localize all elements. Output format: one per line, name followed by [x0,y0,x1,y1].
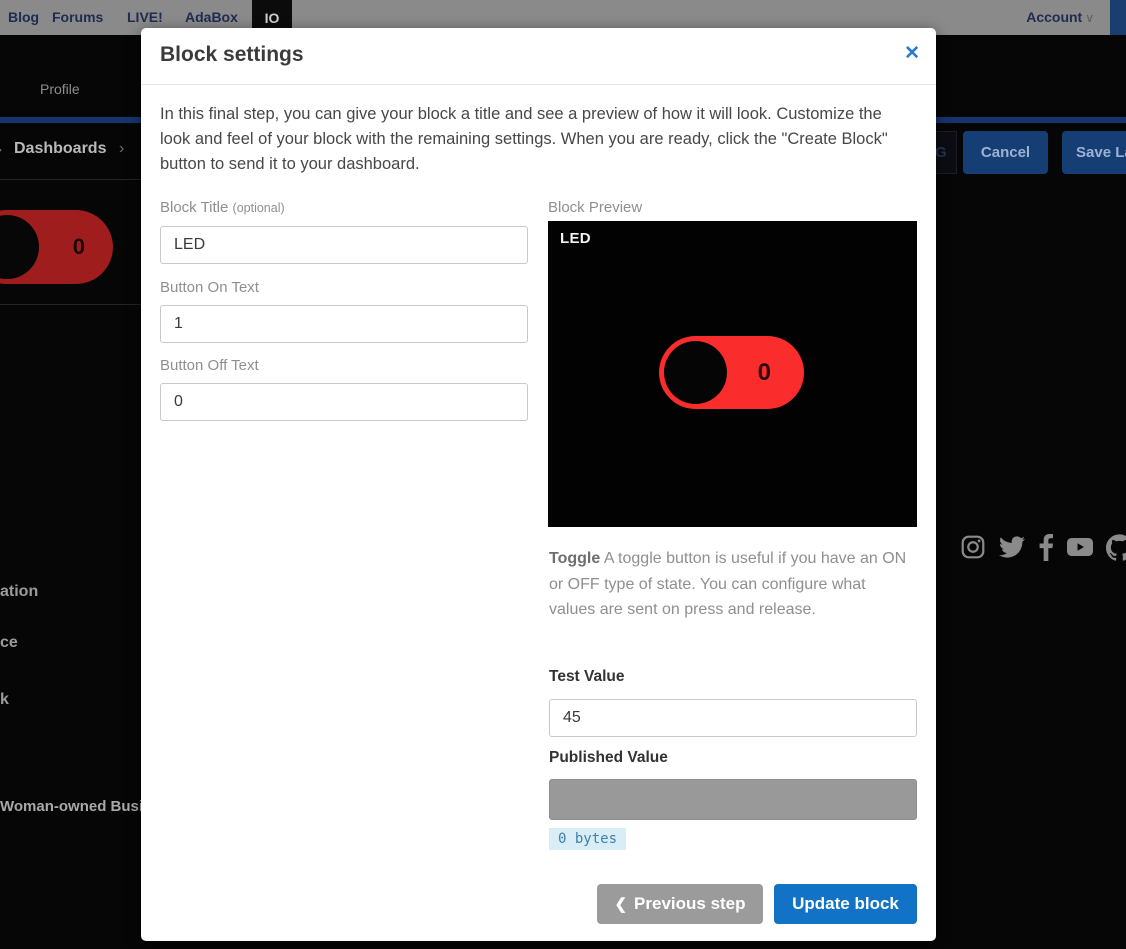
footer-badge-fragment: Woman-owned Busi [0,798,143,815]
label-text: Block Title [160,199,228,216]
nav-link-live[interactable]: LIVE! [127,9,163,25]
nav-link-forums[interactable]: Forums [52,9,103,25]
block-type-text: A toggle button is useful if you have an… [549,550,906,618]
block-type-description: Toggle A toggle button is useful if you … [549,546,912,623]
button-off-label: Button Off Text [160,357,259,374]
toggle-value: 0 [758,336,771,409]
button-off-input[interactable] [160,383,528,421]
account-menu[interactable]: Account∨ [1026,9,1094,25]
nav-link-blog[interactable]: Blog [8,9,39,25]
footer-link-fragment[interactable]: ce [0,634,18,652]
account-label: Account [1026,9,1082,25]
published-value-input [549,779,917,820]
toggle-knob [0,215,39,279]
cart-button[interactable] [1110,0,1126,35]
nav-link-adabox[interactable]: AdaBox [185,9,238,25]
button-on-input[interactable] [160,305,528,343]
label-optional: (optional) [233,201,285,215]
youtube-icon[interactable] [1066,536,1094,558]
button-on-label: Button On Text [160,279,259,296]
block-type-name: Toggle [549,550,600,567]
block-settings-modal: Block settings ✕ In this final step, you… [141,28,936,941]
github-icon[interactable] [1106,534,1126,561]
divider [0,179,141,180]
footer-link-fragment[interactable]: k [0,691,9,709]
published-value-label: Published Value [549,749,668,767]
preview-block-title: LED [560,230,591,247]
screen: Blog Forums LIVE! AdaBox IO Account∨ Pro… [0,0,1126,949]
tab-profile[interactable]: Profile [40,81,80,97]
bytes-count-badge: 0 bytes [549,828,626,850]
twitter-icon[interactable] [998,534,1026,560]
update-block-button[interactable]: Update block [774,884,917,924]
block-title-input[interactable] [160,226,528,264]
save-layout-button[interactable]: Save La [1062,131,1126,174]
chevron-right-icon: › [119,140,124,158]
chevron-down-icon: ∨ [1085,11,1094,25]
modal-intro-text: In this final step, you can give your bl… [160,102,916,177]
dashboard-toggle-block[interactable]: 0 [0,210,113,284]
modal-title: Block settings [160,43,304,67]
divider [0,304,141,305]
test-value-input[interactable] [549,699,917,737]
divider [141,84,936,85]
block-title-label: Block Title (optional) [160,199,285,216]
preview-toggle-button[interactable]: 0 [659,336,804,409]
footer-link-fragment[interactable]: ation [0,583,38,601]
chevron-left-icon: ❮ [614,895,627,913]
test-value-label: Test Value [549,668,625,686]
previous-step-label: Previous step [634,894,746,914]
previous-step-button[interactable]: ❮ Previous step [597,884,763,924]
breadcrumb-dashboards[interactable]: Dashboards [14,140,106,158]
block-preview-label: Block Preview [548,199,642,216]
instagram-icon[interactable] [960,534,986,560]
toggle-knob [664,341,727,404]
facebook-icon[interactable] [1038,533,1054,561]
cancel-button[interactable]: Cancel [963,131,1048,174]
breadcrumb-fragment: › [0,141,2,158]
close-icon[interactable]: ✕ [904,42,920,65]
block-preview: LED 0 [548,221,917,527]
toggle-value: 0 [73,210,85,284]
social-icons-row [960,532,1126,562]
